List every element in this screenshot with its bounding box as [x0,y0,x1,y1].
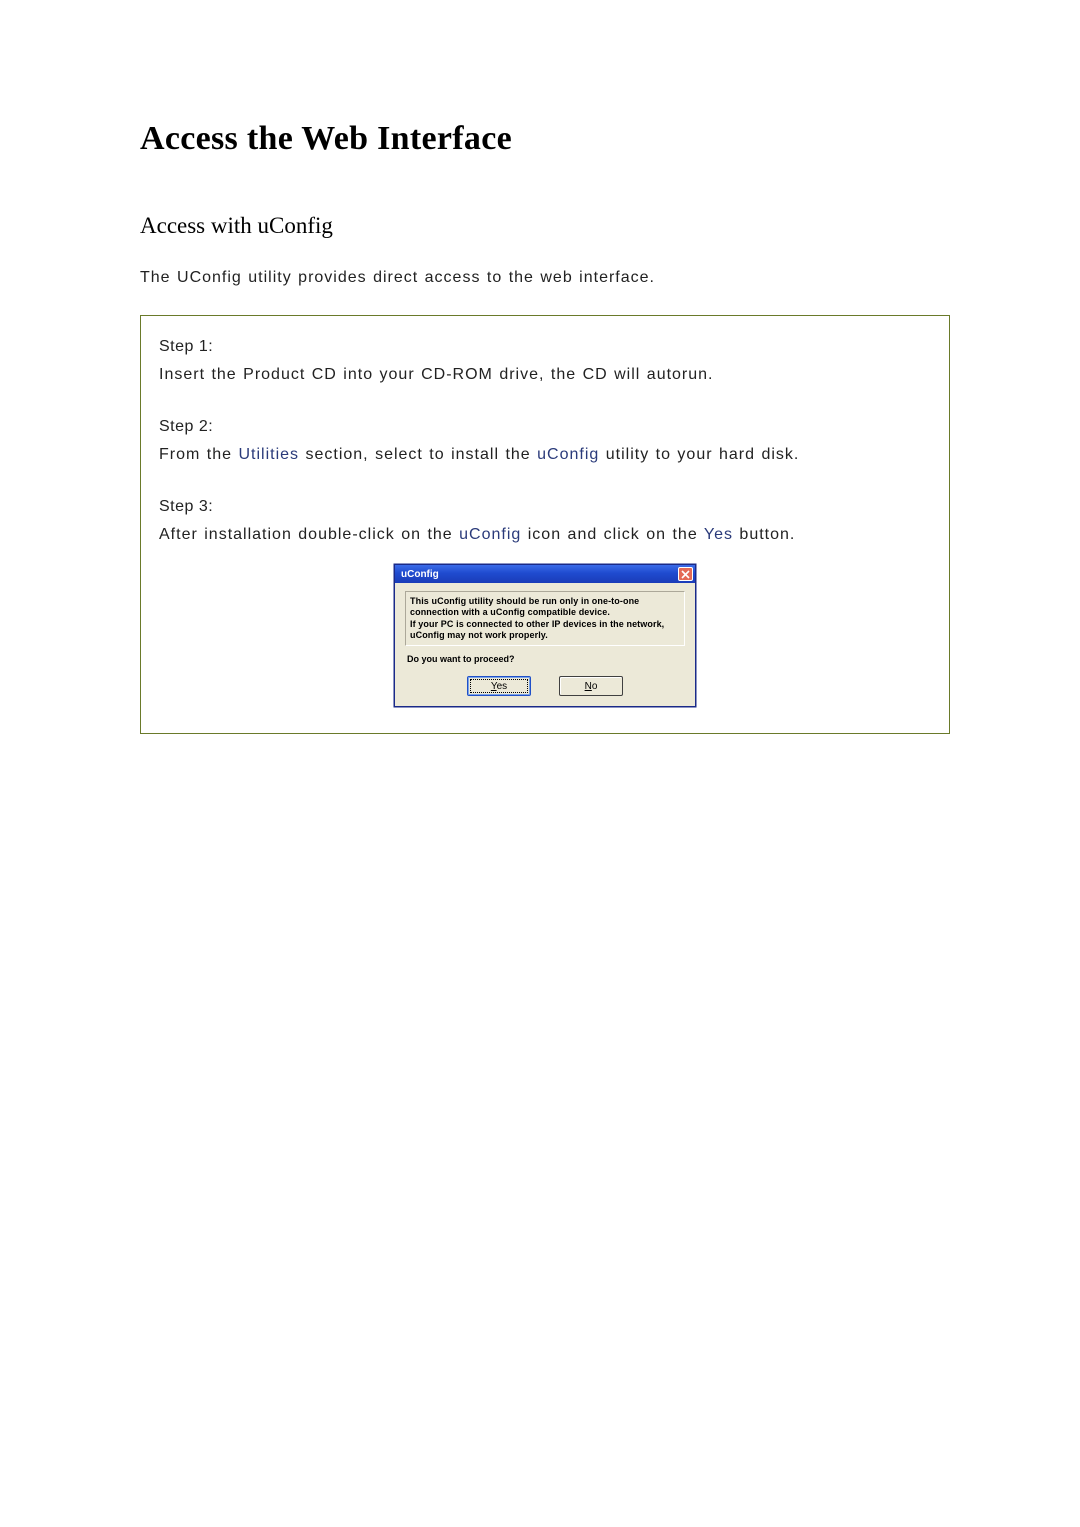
no-button[interactable]: No [559,676,623,696]
keyword-uconfig: uConfig [537,446,599,463]
page-title: Access the Web Interface [140,120,950,158]
close-button[interactable] [678,567,693,581]
text: utility to your hard disk. [599,446,799,463]
keyword-uconfig: uConfig [459,526,521,543]
dialog-line: uConfig may not work properly. [410,630,678,641]
section-subtitle: Access with uConfig [140,213,950,239]
dialog-titlebar: uConfig [395,565,695,583]
yes-button[interactable]: Yes [467,676,531,696]
dialog-line: connection with a uConfig compatible dev… [410,607,678,618]
step-2-body: From the Utilities section, select to in… [159,446,931,464]
keyword-utilities: Utilities [238,446,299,463]
step-3-label: Step 3: [159,498,931,516]
intro-text: The UConfig utility provides direct acce… [140,269,950,287]
dialog-message: This uConfig utility should be run only … [405,591,685,646]
keyword-yes: Yes [704,526,733,543]
text: After installation double-click on the [159,526,459,543]
text: es [497,681,508,692]
text: From the [159,446,238,463]
text: button. [733,526,795,543]
step-2-label: Step 2: [159,418,931,436]
steps-box: Step 1: Insert the Product CD into your … [140,315,950,734]
step-1-label: Step 1: [159,338,931,356]
step-1-body: Insert the Product CD into your CD-ROM d… [159,366,931,384]
dialog-line: This uConfig utility should be run only … [410,596,678,607]
mnemonic: N [585,681,592,692]
uconfig-dialog: uConfig This uConfig utility should be r… [394,564,696,707]
dialog-line: If your PC is connected to other IP devi… [410,619,678,630]
text: o [592,681,598,692]
text: icon and click on the [521,526,704,543]
text: section, select to install the [299,446,537,463]
close-icon [681,570,690,579]
step-3-body: After installation double-click on the u… [159,526,931,544]
dialog-question: Do you want to proceed? [405,654,685,664]
dialog-title: uConfig [401,569,439,580]
